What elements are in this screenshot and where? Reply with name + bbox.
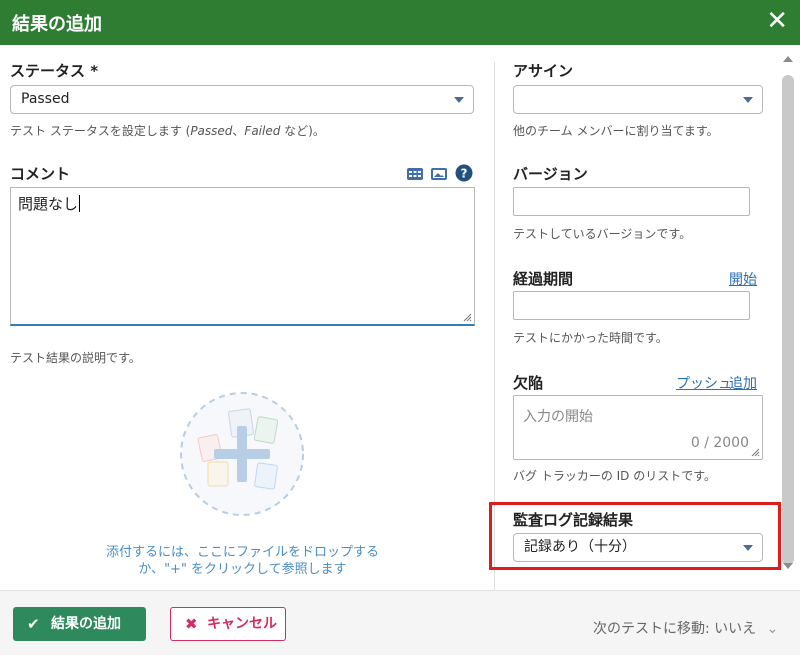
version-help: テストしているバージョンです。 (513, 227, 692, 241)
cross-icon: ✖ (185, 615, 198, 633)
assign-select[interactable] (513, 85, 763, 114)
resize-grip-icon[interactable] (750, 447, 760, 457)
help-icon[interactable]: ? (455, 164, 473, 182)
dialog-title: 結果の追加 (12, 14, 102, 35)
dropzone-text-line2: か、"+" をクリックして参照します (138, 562, 347, 577)
text-cursor (79, 195, 81, 212)
status-select[interactable]: Passed (10, 85, 474, 114)
scroll-down-arrow-icon[interactable] (783, 563, 793, 569)
highlight-box (489, 502, 781, 570)
next-test-toggle[interactable]: 次のテストに移動: いいえ ⌄ (593, 618, 778, 638)
dialog-titlebar: 結果の追加 ✕ (0, 0, 800, 45)
next-test-label: 次のテストに移動: いいえ (593, 621, 757, 637)
elapsed-help: テストにかかった時間です。 (513, 331, 668, 345)
comment-textarea[interactable]: 問題なし (10, 187, 475, 326)
comment-label: コメント (10, 165, 71, 183)
elapsed-start-link[interactable]: 開始 (729, 269, 757, 289)
version-label: バージョン (513, 165, 588, 183)
defects-textarea[interactable]: 入力の開始 0 / 2000 (513, 395, 763, 460)
scroll-up-arrow-icon[interactable] (783, 56, 793, 62)
cancel-button[interactable]: ✖ キャンセル (170, 607, 286, 641)
image-icon[interactable] (430, 166, 448, 182)
table-icon[interactable] (406, 166, 424, 182)
defects-push-link[interactable]: プッシュ (676, 373, 732, 393)
cancel-label: キャンセル (207, 616, 277, 632)
defects-help: バグ トラッカーの ID のリストです。 (513, 469, 717, 483)
chevron-down-icon (743, 97, 753, 103)
defects-counter: 0 / 2000 (690, 435, 749, 451)
defects-add-link[interactable]: 追加 (729, 373, 757, 393)
defects-placeholder: 入力の開始 (523, 409, 593, 425)
add-result-label: 結果の追加 (51, 616, 121, 632)
add-result-button[interactable]: ✔ 結果の追加 (13, 607, 146, 641)
svg-text:?: ? (461, 167, 468, 181)
resize-grip-icon[interactable] (462, 312, 472, 322)
elapsed-input[interactable] (513, 291, 750, 320)
status-label: ステータス * (10, 62, 99, 80)
chevron-down-icon (454, 97, 464, 103)
upload-dropzone-icon[interactable] (178, 390, 306, 518)
close-icon[interactable]: ✕ (766, 6, 788, 36)
status-select-value: Passed (21, 91, 70, 107)
assign-label: アサイン (513, 62, 574, 80)
scrollbar-thumb[interactable] (782, 75, 794, 565)
elapsed-label: 経過期間 (513, 270, 574, 288)
defects-label: 欠陥 (513, 374, 544, 392)
comment-text: 問題なし (18, 195, 79, 213)
status-help: テスト ステータスを設定します (Passed、Failed など)。 (10, 124, 325, 138)
chevron-down-icon: ⌄ (766, 621, 779, 637)
check-icon: ✔ (27, 615, 40, 633)
assign-help: 他のチーム メンバーに割り当てます。 (513, 124, 719, 138)
comment-help: テスト結果の説明です。 (10, 351, 141, 365)
version-input[interactable] (513, 187, 750, 216)
